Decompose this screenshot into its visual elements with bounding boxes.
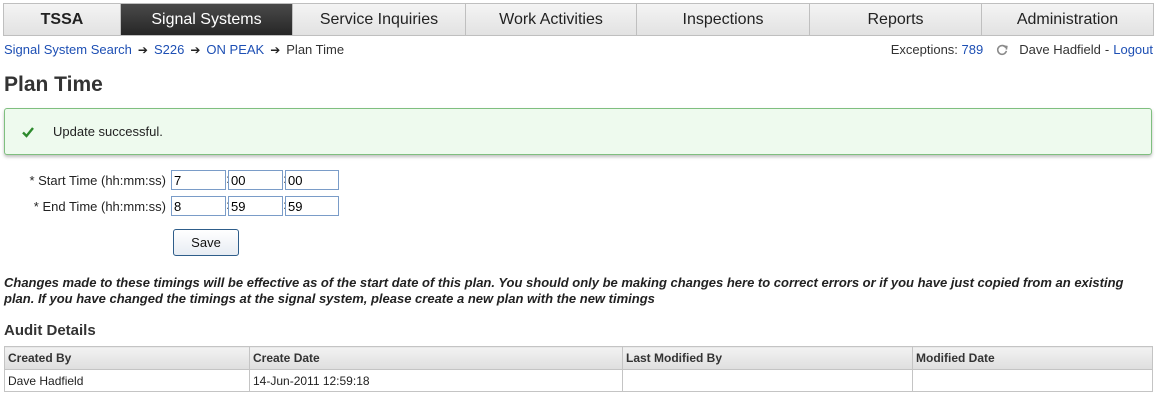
audit-details-title: Audit Details xyxy=(4,322,96,339)
column-header-create-date: Create Date xyxy=(249,346,623,370)
tab-reports[interactable]: Reports xyxy=(810,4,982,35)
checkmark-icon xyxy=(22,126,34,138)
end-minutes-input[interactable] xyxy=(228,196,283,216)
tab-administration[interactable]: Administration xyxy=(982,4,1153,35)
breadcrumb-arrow-icon: ➔ xyxy=(190,42,201,57)
cell-modified-date xyxy=(912,369,1153,392)
logout-link[interactable]: Logout xyxy=(1113,42,1153,57)
audit-table: Created By Create Date Last Modified By … xyxy=(4,346,1153,392)
end-seconds-input[interactable] xyxy=(285,196,339,216)
start-seconds-input[interactable] xyxy=(285,170,339,190)
tab-tssa[interactable]: TSSA xyxy=(4,4,121,35)
exceptions-label: Exceptions: xyxy=(890,42,958,57)
tab-inspections[interactable]: Inspections xyxy=(637,4,810,35)
end-time-label: * End Time (hh:mm:ss) xyxy=(33,199,166,214)
breadcrumb-signal-system-search[interactable]: Signal System Search xyxy=(4,42,132,57)
breadcrumb-current: Plan Time xyxy=(286,42,345,57)
main-nav: TSSA Signal Systems Service Inquiries Wo… xyxy=(3,3,1154,36)
breadcrumb-arrow-icon: ➔ xyxy=(270,42,281,57)
refresh-icon[interactable] xyxy=(995,43,1009,57)
tab-signal-systems[interactable]: Signal Systems xyxy=(121,4,293,35)
column-header-created-by: Created By xyxy=(4,346,250,370)
tab-service-inquiries[interactable]: Service Inquiries xyxy=(293,4,466,35)
breadcrumb: Signal System Search ➔ S226 ➔ ON PEAK ➔ … xyxy=(4,42,344,57)
column-header-last-modified-by: Last Modified By xyxy=(622,346,913,370)
timing-change-note: Changes made to these timings will be ef… xyxy=(4,275,1124,306)
cell-last-modified-by xyxy=(622,369,913,392)
start-minutes-input[interactable] xyxy=(228,170,283,190)
page-title: Plan Time xyxy=(4,73,103,96)
success-text: Update successful. xyxy=(53,124,163,139)
save-button[interactable]: Save xyxy=(173,229,239,256)
breadcrumb-on-peak[interactable]: ON PEAK xyxy=(206,42,264,57)
end-hours-input[interactable] xyxy=(171,196,226,216)
column-header-modified-date: Modified Date xyxy=(912,346,1153,370)
exceptions-count-link[interactable]: 789 xyxy=(962,42,984,57)
user-name: Dave Hadfield xyxy=(1019,42,1101,57)
cell-create-date: 14-Jun-2011 12:59:18 xyxy=(249,369,623,392)
breadcrumb-s226[interactable]: S226 xyxy=(154,42,184,57)
user-bar: Exceptions: 789 Dave Hadfield - Logout xyxy=(891,42,1153,57)
table-row: Dave Hadfield 14-Jun-2011 12:59:18 xyxy=(4,369,1153,392)
table-header-row: Created By Create Date Last Modified By … xyxy=(4,346,1153,370)
tab-work-activities[interactable]: Work Activities xyxy=(466,4,637,35)
cell-created-by: Dave Hadfield xyxy=(4,369,250,392)
user-separator: - xyxy=(1104,42,1110,57)
success-message: Update successful. xyxy=(4,108,1152,155)
breadcrumb-arrow-icon: ➔ xyxy=(137,42,148,57)
start-time-label: * Start Time (hh:mm:ss) xyxy=(29,173,166,188)
start-hours-input[interactable] xyxy=(171,170,226,190)
